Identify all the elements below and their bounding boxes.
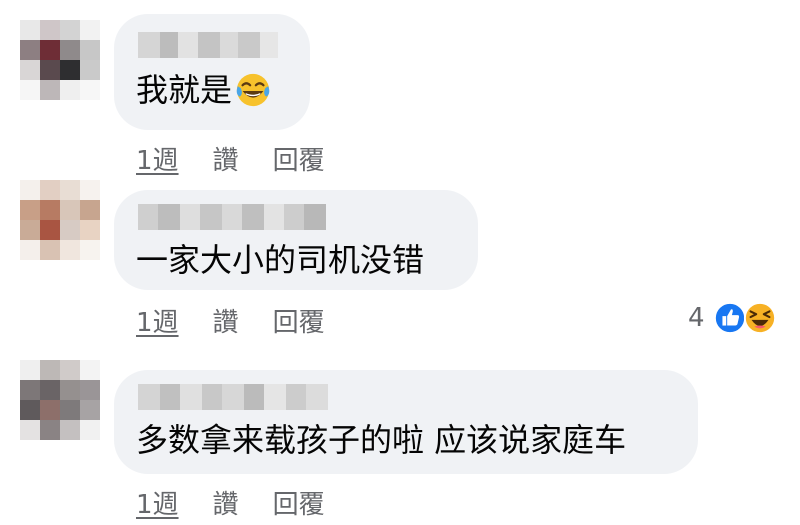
comment-text-content: 一家大小的司机没错 <box>136 241 425 279</box>
comment-text: 多数拿来载孩子的啦 应该说家庭车 <box>136 420 626 460</box>
timestamp-link[interactable]: 1週 <box>136 484 179 521</box>
comment-text: 我就是 <box>136 70 272 110</box>
reaction-summary[interactable]: 4 <box>688 296 777 340</box>
reply-button[interactable]: 回覆 <box>273 140 325 177</box>
reply-button[interactable]: 回覆 <box>273 484 325 521</box>
like-button[interactable]: 讚 <box>213 140 239 177</box>
avatar[interactable] <box>20 180 100 260</box>
avatar[interactable] <box>20 20 100 100</box>
commenter-name-blurred[interactable] <box>138 384 328 410</box>
like-button[interactable]: 讚 <box>213 302 239 339</box>
reaction-count: 4 <box>688 303 705 333</box>
haha-reaction-icon <box>743 301 776 335</box>
comment-actions: 1週 讚 回覆 <box>136 140 325 177</box>
comment-bubble: 我就是 <box>114 14 310 130</box>
commenter-name-blurred[interactable] <box>138 32 278 58</box>
commenter-name-blurred[interactable] <box>138 204 326 230</box>
comment-text: 一家大小的司机没错 <box>136 240 424 280</box>
timestamp-link[interactable]: 1週 <box>136 302 179 339</box>
like-button[interactable]: 讚 <box>213 484 239 521</box>
avatar[interactable] <box>20 360 100 440</box>
reply-button[interactable]: 回覆 <box>273 302 325 339</box>
timestamp-link[interactable]: 1週 <box>136 140 179 177</box>
laughing-tears-emoji-icon <box>236 73 270 107</box>
comment-text-content: 我就是 <box>136 71 233 109</box>
comment-bubble: 一家大小的司机没错 <box>114 190 478 290</box>
comment-text-content: 多数拿来载孩子的啦 应该说家庭车 <box>136 421 627 459</box>
comment-actions: 1週 讚 回覆 <box>136 484 325 521</box>
comment-actions: 1週 讚 回覆 <box>136 302 325 339</box>
like-reaction-icon <box>713 301 746 335</box>
comment-bubble: 多数拿来载孩子的啦 应该说家庭车 <box>114 370 698 474</box>
